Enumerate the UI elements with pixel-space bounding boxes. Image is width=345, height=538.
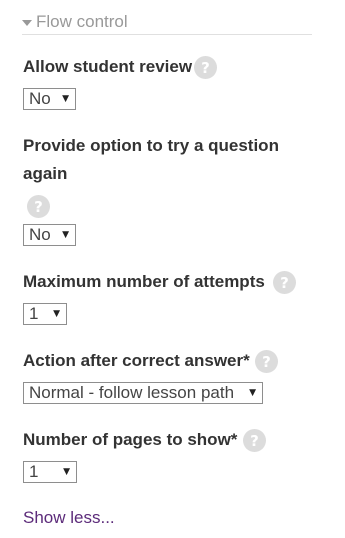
help-icon[interactable]: ? [243, 429, 266, 452]
student-review-label: Allow student review [23, 57, 193, 76]
try-again-label-line2: again [23, 164, 68, 183]
pages-to-show-value: 1 [29, 462, 39, 481]
dropdown-arrow-icon: ▼ [249, 388, 256, 398]
correct-action-label-text: Action after correct answer [23, 351, 244, 370]
try-again-value: No [29, 225, 51, 244]
dropdown-arrow-icon: ▼ [63, 467, 70, 477]
pages-to-show-label-text: Number of pages to show [23, 430, 231, 449]
help-icon[interactable]: ? [27, 195, 50, 218]
caret-down-icon [22, 19, 32, 26]
show-less-link[interactable]: Show less... [23, 508, 115, 528]
student-review-value: No [29, 89, 51, 108]
pages-to-show-select[interactable]: 1 ▼ [23, 461, 77, 483]
help-icon[interactable]: ? [273, 271, 296, 294]
section-title: Flow control [36, 12, 128, 31]
max-attempts-value: 1 [29, 304, 39, 323]
correct-action-select[interactable]: Normal - follow lesson path ▼ [23, 382, 263, 404]
dropdown-arrow-icon: ▼ [62, 94, 69, 104]
max-attempts-label: Maximum number of attempts [23, 272, 265, 291]
try-again-select[interactable]: No ▼ [23, 224, 76, 246]
help-icon[interactable]: ? [255, 350, 278, 373]
max-attempts-select[interactable]: 1 ▼ [23, 303, 67, 325]
dropdown-arrow-icon: ▼ [62, 230, 69, 240]
required-marker: * [230, 430, 238, 449]
dropdown-arrow-icon: ▼ [53, 309, 60, 319]
student-review-select[interactable]: No ▼ [23, 88, 76, 110]
help-icon[interactable]: ? [194, 56, 217, 79]
correct-action-value: Normal - follow lesson path [29, 383, 235, 402]
flow-control-header[interactable]: Flow control [22, 10, 312, 35]
pages-to-show-label: Number of pages to show* [23, 426, 237, 454]
try-again-label: Provide option to try a question [23, 136, 279, 155]
correct-action-label: Action after correct answer* [23, 347, 250, 375]
required-marker: * [243, 351, 250, 370]
